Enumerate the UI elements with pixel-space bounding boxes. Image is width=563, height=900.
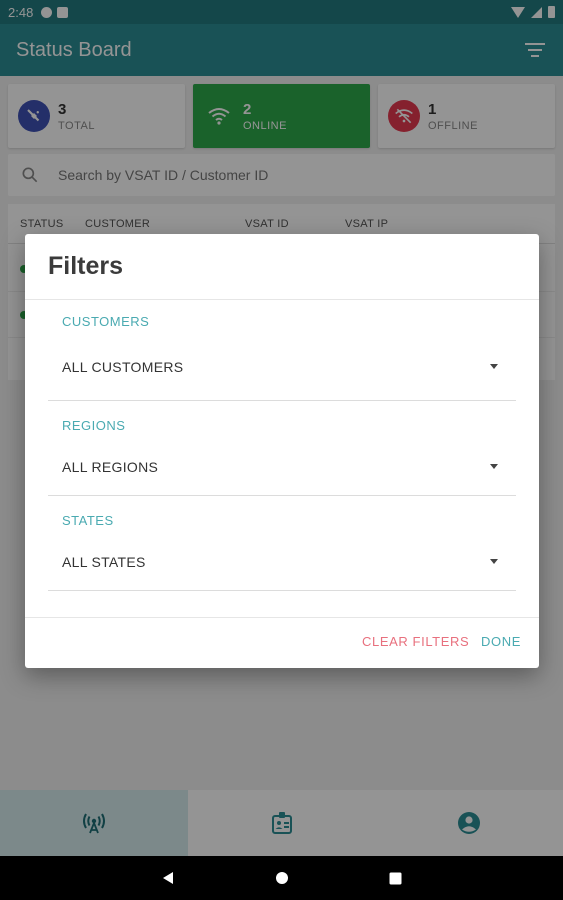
customers-label: CUSTOMERS [62,314,150,329]
recents-icon[interactable] [389,872,402,885]
customers-dropdown[interactable]: ALL CUSTOMERS [48,346,516,401]
clear-filters-button[interactable]: CLEAR FILTERS [362,634,469,649]
system-nav-bar [0,856,563,900]
regions-value: ALL REGIONS [62,459,159,475]
back-icon[interactable] [161,871,175,885]
chevron-down-icon [490,464,498,469]
chevron-down-icon [490,559,498,564]
done-button[interactable]: DONE [481,634,521,649]
states-dropdown[interactable]: ALL STATES [48,545,516,591]
regions-label: REGIONS [62,418,126,433]
regions-dropdown[interactable]: ALL REGIONS [48,450,516,496]
dialog-divider-bottom [25,617,539,618]
customers-value: ALL CUSTOMERS [62,359,184,375]
chevron-down-icon [490,364,498,369]
dialog-title: Filters [48,252,124,280]
home-icon[interactable] [275,871,289,885]
states-label: STATES [62,513,114,528]
states-value: ALL STATES [62,554,146,570]
filters-dialog: Filters CUSTOMERS ALL CUSTOMERS REGIONS … [25,234,539,668]
dialog-divider-top [25,299,539,300]
